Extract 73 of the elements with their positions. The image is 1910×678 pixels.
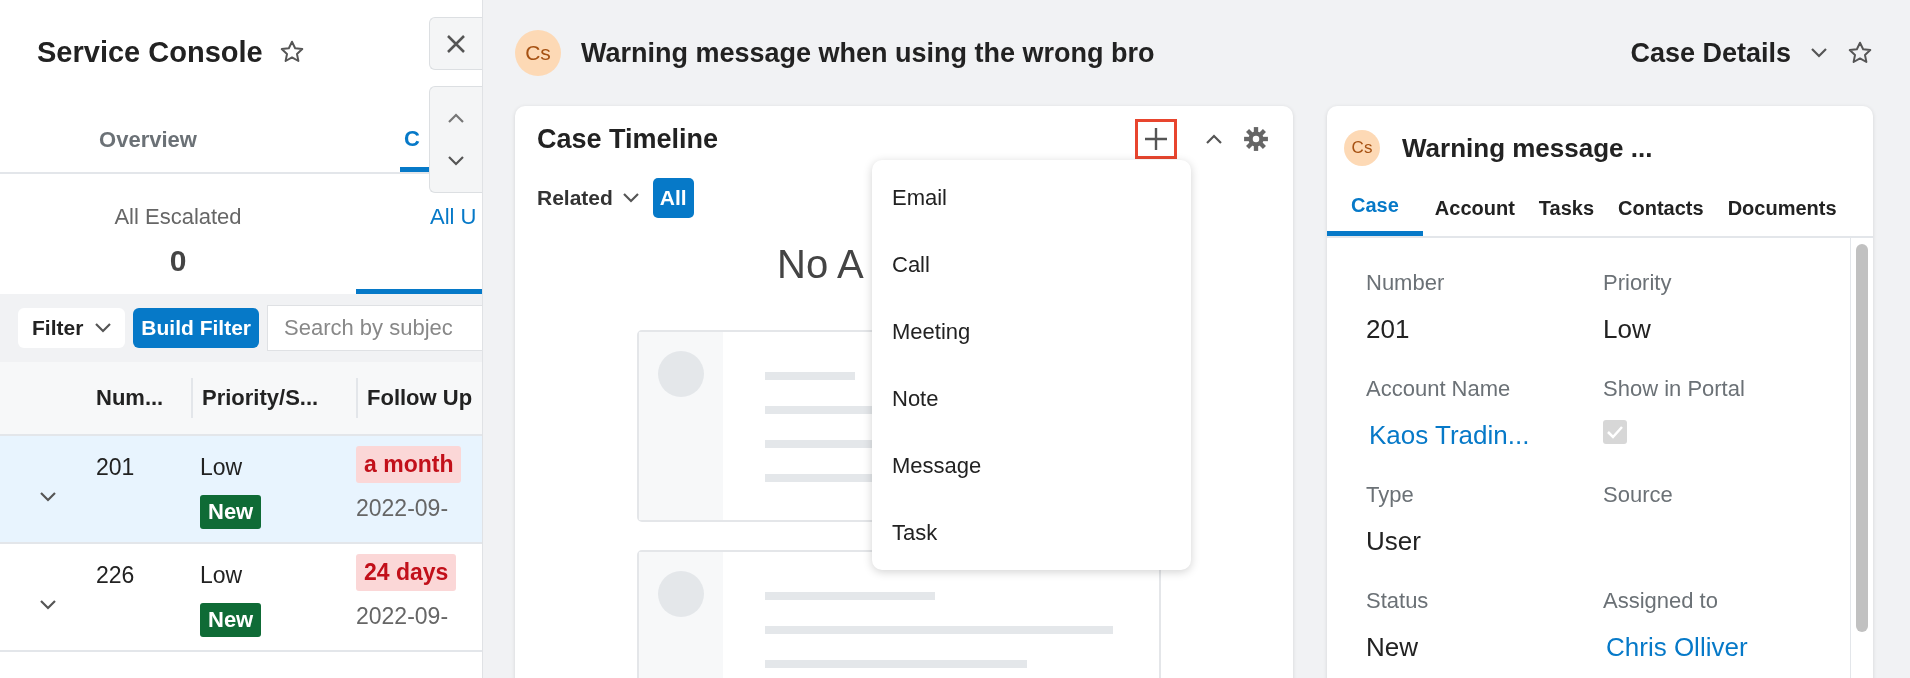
table-row[interactable]: 226 Low New 24 days 2022-09- <box>0 544 482 652</box>
field-value: 201 <box>1366 314 1411 344</box>
console-tab[interactable]: Overview <box>0 110 296 170</box>
previous-icon <box>448 113 464 124</box>
portal-checkbox[interactable] <box>1603 420 1627 444</box>
column-header[interactable]: Follow Up <box>356 378 482 418</box>
build-filter-button[interactable]: Build Filter <box>133 308 259 348</box>
checkmark-icon <box>1606 425 1624 439</box>
collapse-icon <box>1206 134 1222 144</box>
plus-icon <box>1143 126 1169 152</box>
field-label: Source <box>1603 482 1674 508</box>
status-badge: New <box>200 603 262 637</box>
follow-up-badge: 24 days <box>356 554 457 591</box>
field-value: User <box>1366 526 1422 556</box>
related-dropdown[interactable]: Related <box>537 186 639 210</box>
page-title: Service Console <box>37 35 263 69</box>
details-tab[interactable]: Documents <box>1715 180 1849 236</box>
menu-item[interactable]: Message <box>872 432 1191 499</box>
case-title: Warning message when using the wrong bro <box>581 37 1156 69</box>
close-button[interactable] <box>429 17 482 70</box>
star-icon[interactable] <box>1847 40 1873 66</box>
star-icon[interactable] <box>278 39 305 65</box>
menu-item[interactable]: Meeting <box>872 298 1191 365</box>
field-value: Low <box>1603 314 1652 344</box>
settings-icon[interactable] <box>1243 126 1269 152</box>
chevron-down-icon <box>95 323 112 333</box>
details-tab[interactable]: Tasks <box>1526 180 1607 236</box>
account-link[interactable]: Kaos Tradin... <box>1366 420 1603 450</box>
details-tab[interactable]: Case <box>1327 180 1423 236</box>
view-selector[interactable]: Case Details <box>1630 37 1791 69</box>
case-number: 226 <box>96 562 135 588</box>
case-avatar: Cs <box>1344 130 1380 166</box>
date-text: 2022-09- <box>356 495 450 522</box>
scrollbar-thumb[interactable] <box>1856 244 1868 632</box>
empty-state-text: No A <box>777 242 864 286</box>
follow-up-badge: a month <box>356 446 462 483</box>
card-title: Warning message ... <box>1402 132 1653 164</box>
expand-icon <box>40 600 56 610</box>
menu-item[interactable]: Note <box>872 365 1191 432</box>
field-label: Show in Portal <box>1603 376 1746 402</box>
search-field[interactable]: Search by subjec <box>267 305 482 351</box>
expand-icon <box>40 492 56 502</box>
field-label: Number <box>1366 270 1446 296</box>
card-title: Case Timeline <box>537 123 720 155</box>
field-label: Priority <box>1603 270 1673 296</box>
field-value: New <box>1366 632 1419 662</box>
case-number: 201 <box>96 454 135 480</box>
field-label: Account Name <box>1366 376 1512 402</box>
status-badge: New <box>200 495 262 529</box>
menu-item[interactable]: Task <box>872 499 1191 566</box>
close-icon <box>446 33 466 54</box>
chevron-down-icon <box>1811 48 1827 58</box>
priority-text: Low <box>200 562 243 589</box>
field-label: Assigned to <box>1603 588 1719 614</box>
table-row[interactable]: 201 Low New a month 2022-09- <box>0 436 482 544</box>
next-icon <box>448 155 464 166</box>
details-tab[interactable]: Account <box>1422 180 1527 236</box>
case-avatar: Cs <box>515 30 561 76</box>
add-button[interactable] <box>1135 119 1177 159</box>
chevron-down-icon <box>622 193 639 203</box>
menu-item[interactable]: Call <box>872 231 1191 298</box>
menu-item[interactable]: Email <box>872 164 1191 231</box>
filter-dropdown[interactable]: Filter <box>18 308 126 348</box>
column-header[interactable]: Priority/S... <box>191 378 356 418</box>
priority-text: Low <box>200 454 243 481</box>
field-label: Type <box>1366 482 1415 508</box>
account-link[interactable]: Chris Olliver <box>1603 632 1850 662</box>
column-header[interactable]: Num... <box>96 378 191 418</box>
field-label: Status <box>1366 588 1430 614</box>
date-text: 2022-09- <box>356 603 450 630</box>
details-tab[interactable]: Contacts <box>1606 180 1716 236</box>
all-filter-button[interactable]: All <box>652 178 694 218</box>
stat-tab[interactable]: All Escalated 0 <box>0 174 356 294</box>
